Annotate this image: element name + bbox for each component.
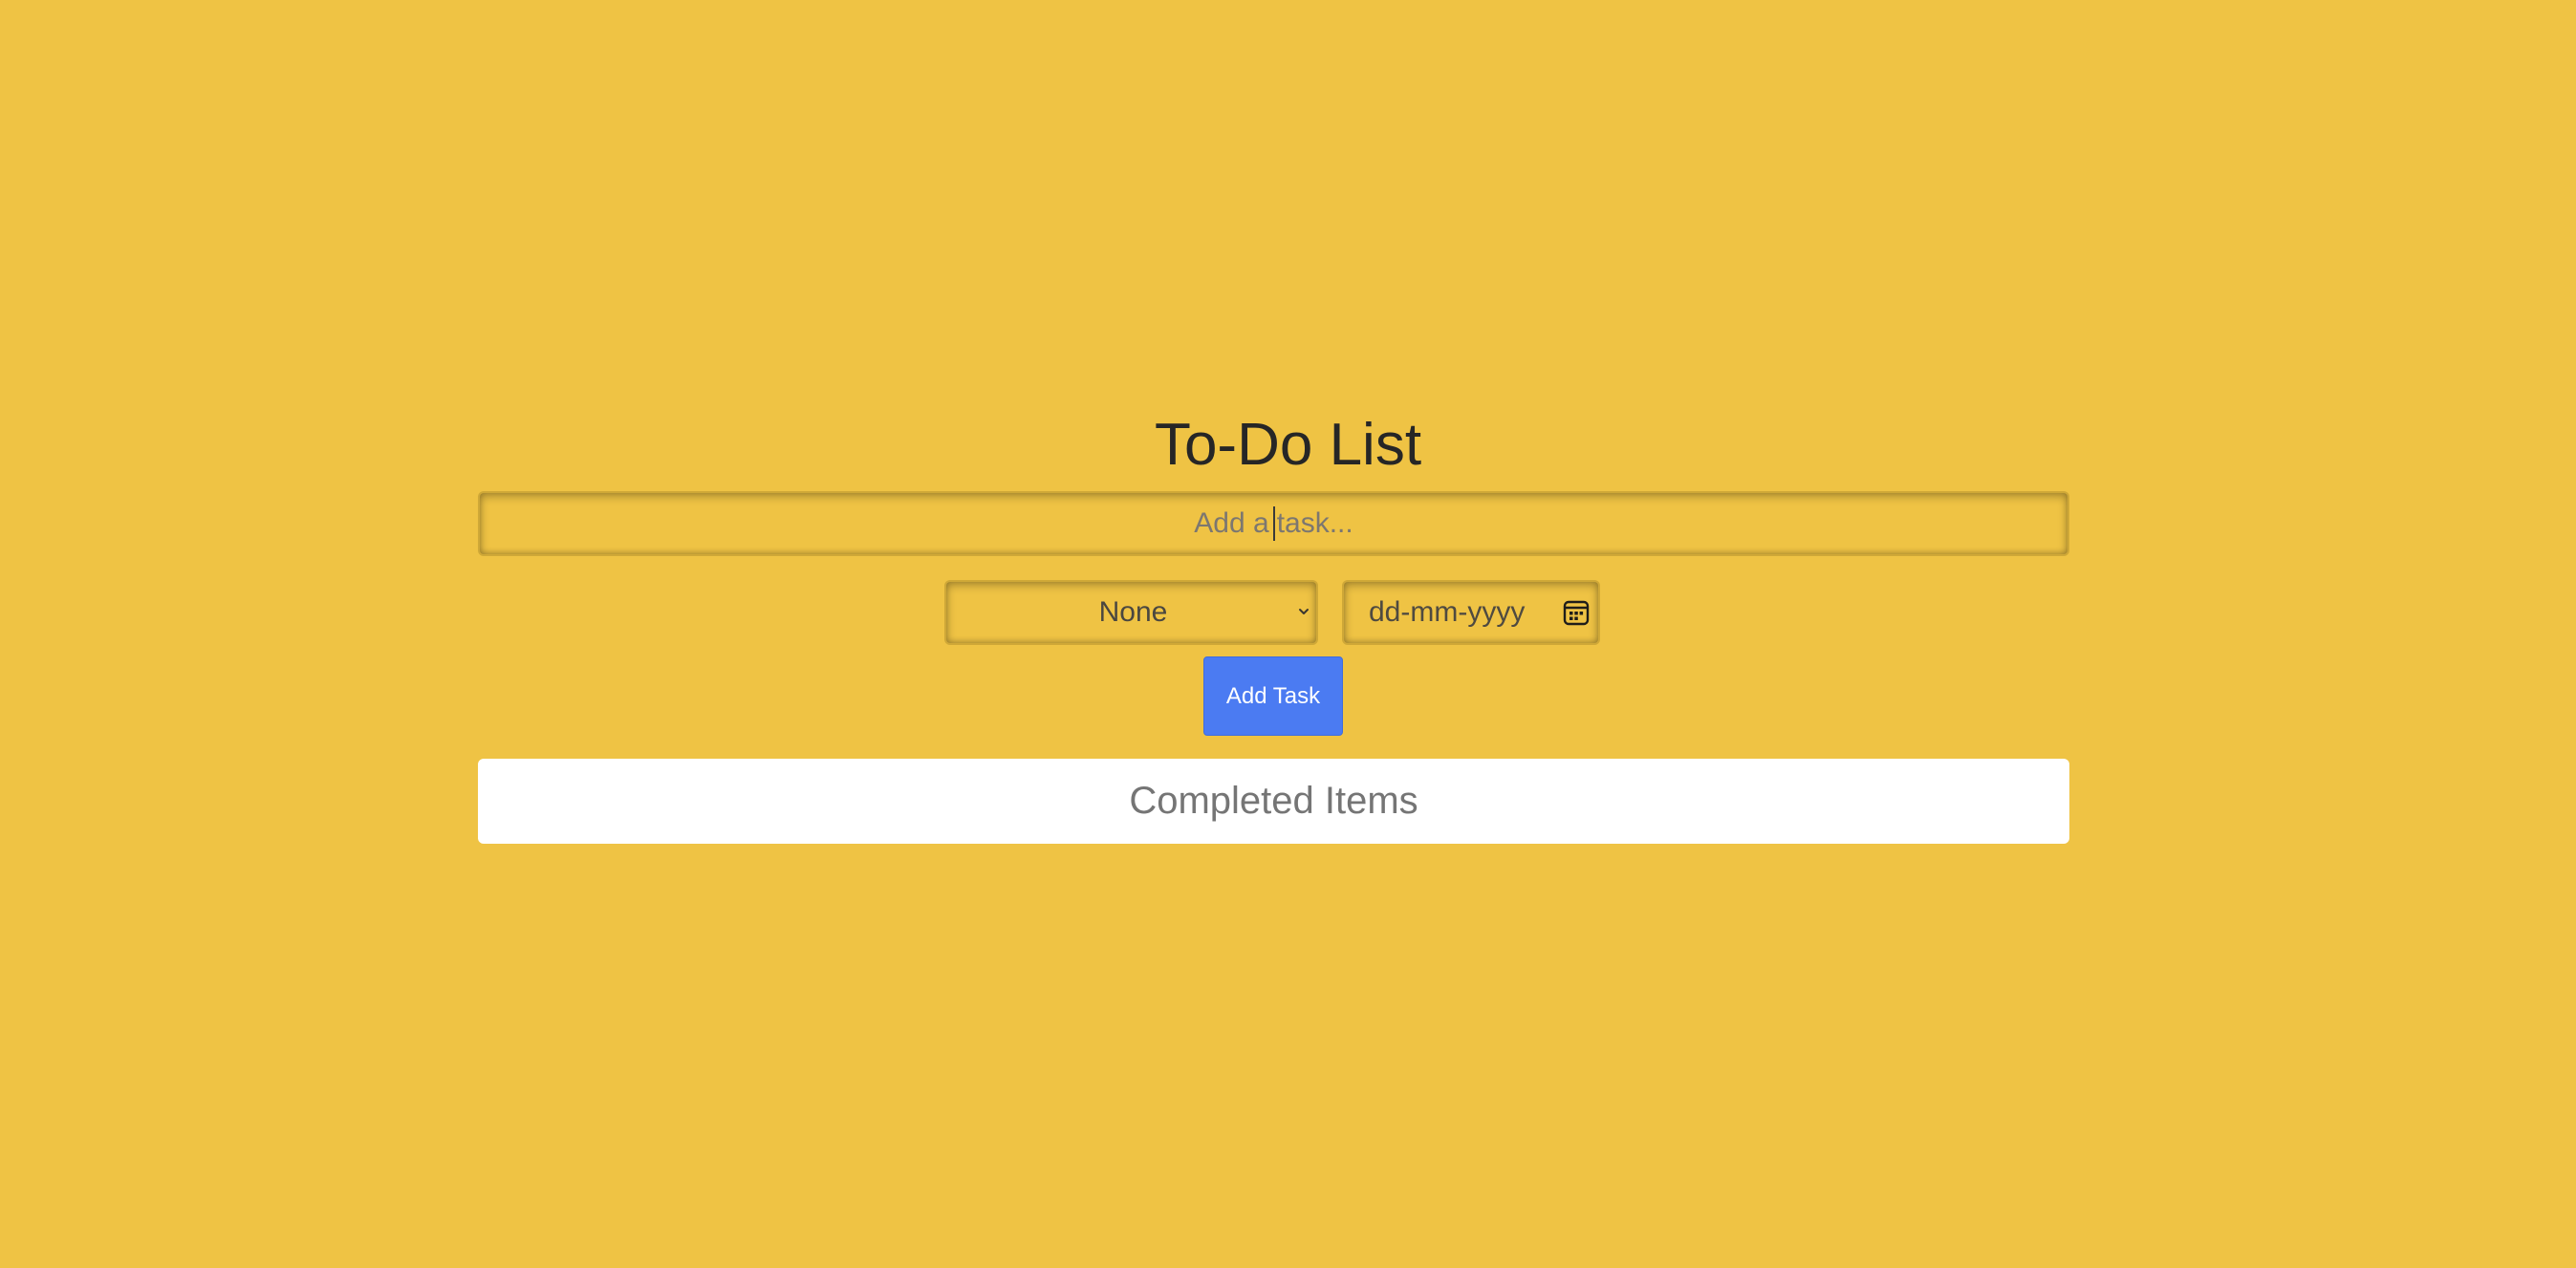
priority-select-value: None — [1098, 596, 1168, 628]
completed-items-section[interactable]: Completed Items — [478, 759, 2069, 844]
chevron-down-icon — [1299, 609, 1309, 614]
task-input[interactable]: Add a task... — [478, 491, 2069, 556]
task-input-placeholder-start: Add a — [1194, 507, 1269, 539]
task-input-placeholder-end: task... — [1276, 507, 1353, 539]
due-date-placeholder: dd-mm-yyyy — [1369, 596, 1526, 628]
text-caret — [1272, 506, 1275, 541]
page-title: To-Do List — [1154, 412, 1422, 478]
add-task-button[interactable]: Add Task — [1203, 656, 1343, 736]
calendar-icon[interactable] — [1562, 598, 1591, 627]
due-date-input[interactable]: dd-mm-yyyy — [1342, 580, 1600, 645]
todo-app: To-Do List Add a task... None dd-mm-yyyy … — [0, 0, 2576, 1268]
priority-select[interactable]: None — [944, 580, 1318, 645]
